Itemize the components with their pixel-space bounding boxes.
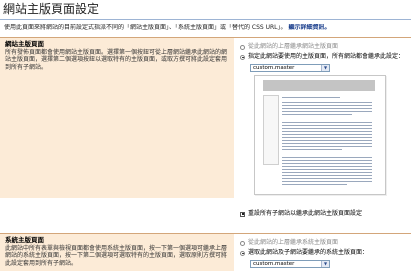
preview-line	[282, 146, 372, 147]
reset-subsites-label: 重設所有子網站以繼承此網站主版頁面設定	[248, 210, 363, 217]
page-description: 使用此頁面來將網站的目前設定式指派不同的「網站主版頁面」、「系統主版頁面」或「替…	[4, 24, 408, 32]
show-more-link[interactable]: 顯示詳細資訊。	[288, 24, 330, 31]
preview-line	[282, 114, 352, 115]
preview-line	[282, 134, 372, 135]
preview-line	[282, 181, 372, 182]
preview-line	[282, 163, 372, 164]
system-master-heading: 系統主版頁面	[5, 236, 44, 244]
preview-line	[282, 128, 372, 129]
site-master-select[interactable]: custom.master ▼	[250, 64, 330, 72]
preview-sidebar	[263, 95, 279, 165]
preview-line	[282, 122, 372, 123]
system-master-options-panel: 從此網站的上層繼承系統主版頁面 選取此網站及子網站要繼承的系統主版頁面： cus…	[234, 233, 411, 271]
site-master-inherit-option[interactable]: 從此網站的上層繼承網站主版頁面	[240, 43, 338, 51]
preview-line	[282, 184, 347, 185]
preview-line	[282, 131, 372, 132]
system-master-help-text: 此網站中所有表單與檢視頁面都會使用系統主版頁面，按一下第一個選項可繼承上層網站的…	[5, 245, 228, 267]
description-text: 使用此頁面來將網站的目前設定式指派不同的「網站主版頁面」、「系統主版頁面」或「替…	[4, 24, 287, 31]
system-master-specify-label: 選取此網站及子網站要繼承的系統主版頁面：	[248, 249, 369, 256]
preview-header-bar	[263, 80, 375, 91]
system-master-select-value: custom.master	[253, 261, 295, 267]
preview-line	[282, 160, 372, 161]
system-master-inherit-label: 從此網站的上層繼承系統主版頁面	[248, 239, 339, 246]
preview-line	[282, 105, 372, 106]
system-master-inherit-radio[interactable]	[240, 240, 245, 246]
site-master-specify-radio[interactable]	[240, 54, 245, 60]
reset-subsites-checkbox[interactable]	[240, 211, 245, 217]
system-master-select[interactable]: custom.master ▼	[250, 260, 330, 268]
system-master-specify-option[interactable]: 選取此網站及子網站要繼承的系統主版頁面：	[240, 249, 368, 257]
preview-line	[282, 108, 372, 109]
preview-line	[282, 166, 372, 167]
preview-line	[282, 137, 372, 138]
preview-line	[282, 172, 372, 173]
site-master-inherit-label: 從此網站的上層繼承網站主版頁面	[248, 43, 339, 50]
site-master-inherit-radio[interactable]	[240, 44, 245, 50]
chevron-down-icon[interactable]: ▼	[321, 261, 329, 267]
preview-line	[282, 175, 372, 176]
chevron-down-icon[interactable]: ▼	[321, 65, 329, 71]
preview-line	[282, 149, 342, 150]
preview-line	[282, 111, 372, 112]
title-divider	[0, 19, 411, 20]
preview-line	[282, 157, 372, 158]
site-master-specify-option[interactable]: 指定此網站要使用的主版頁面，所有網站都會繼承此設定：	[240, 53, 404, 61]
system-master-inherit-option[interactable]: 從此網站的上層繼承系統主版頁面	[240, 239, 338, 247]
preview-line	[282, 178, 372, 179]
preview-line	[282, 102, 372, 103]
system-master-specify-radio[interactable]	[240, 250, 245, 256]
system-master-description-panel: 系統主版頁面 此網站中所有表單與檢視頁面都會使用系統主版頁面，按一下第一個選項可…	[0, 233, 234, 271]
preview-line	[282, 140, 372, 141]
site-master-select-value: custom.master	[253, 65, 295, 71]
preview-line	[282, 169, 372, 170]
site-master-specify-label: 指定此網站要使用的主版頁面，所有網站都會繼承此設定：	[248, 53, 405, 60]
site-master-options-panel: 從此網站的上層繼承網站主版頁面 指定此網站要使用的主版頁面，所有網站都會繼承此設…	[234, 37, 411, 234]
reset-subsites-option[interactable]: 重設所有子網站以繼承此網站主版頁面設定	[240, 210, 362, 218]
preview-line	[282, 143, 372, 144]
preview-line	[282, 97, 340, 98]
preview-line	[282, 125, 372, 126]
site-master-help-text: 所有發佈頁面都會使用網站主版頁面。選擇第一個按鈕可從上層網站繼承此網站的網站主版…	[5, 49, 228, 71]
site-master-description-panel: 網站主版頁面 所有發佈頁面都會使用網站主版頁面。選擇第一個按鈕可從上層網站繼承此…	[0, 37, 234, 198]
page-title: 網站主版頁面設定	[3, 2, 100, 16]
master-page-preview	[254, 75, 386, 195]
site-master-heading: 網站主版頁面	[5, 40, 44, 48]
